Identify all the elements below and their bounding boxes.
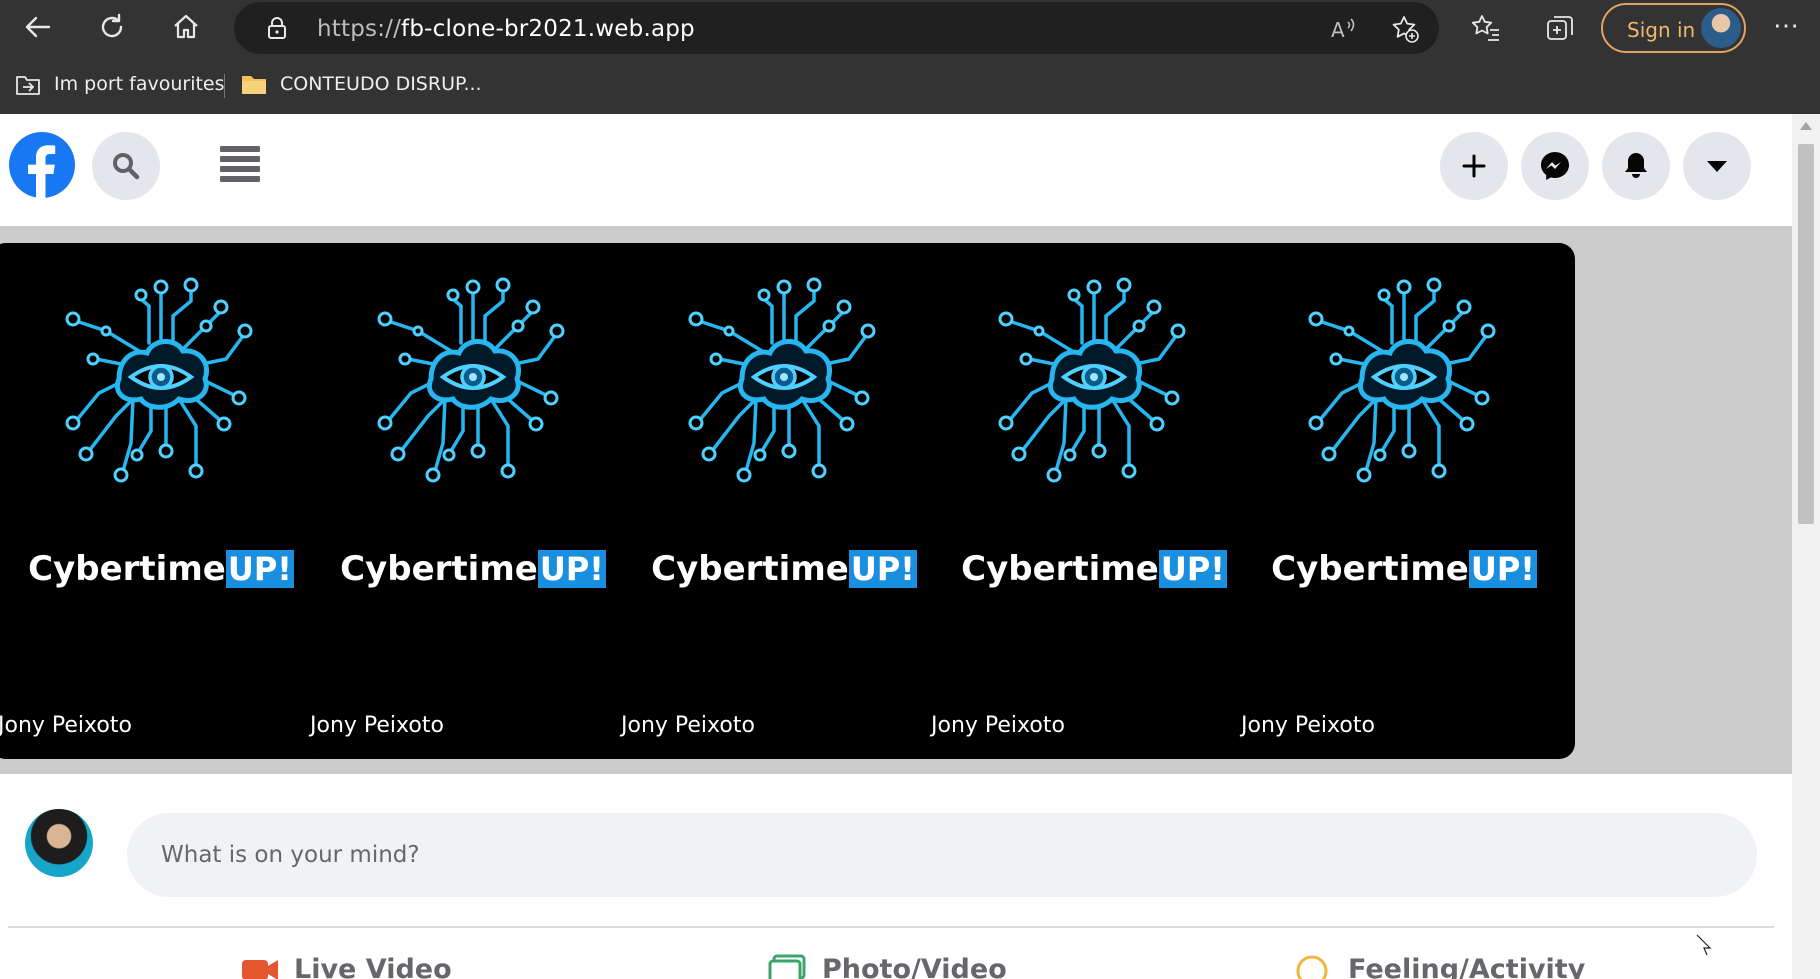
story-card[interactable]: CybertimeUP! Jony Peixoto <box>1233 243 1575 759</box>
feeling-activity-button[interactable]: Feeling/Activity <box>1294 949 1585 979</box>
story-card[interactable]: CybertimeUP! Jony Peixoto <box>923 243 1265 759</box>
favourite-folder[interactable]: CONTEUDO DISRUP... <box>240 70 482 98</box>
brand-main: Cybertime <box>651 549 849 589</box>
add-favourite-icon[interactable] <box>1390 14 1420 44</box>
brand-main: Cybertime <box>340 549 538 589</box>
brand-main: Cybertime <box>1271 549 1469 589</box>
photo-video-button[interactable]: Photo/Video <box>768 949 1007 979</box>
back-arrow-icon <box>25 16 51 38</box>
story-author: Jony Peixoto <box>1241 713 1375 738</box>
video-camera-icon <box>242 960 278 979</box>
story-card[interactable]: CybertimeUP! Jony Peixoto <box>302 243 644 759</box>
smiley-icon <box>1296 955 1328 979</box>
brand-badge: UP! <box>1468 550 1537 588</box>
story-brand-text: CybertimeUP! <box>923 549 1265 589</box>
caret-down-icon <box>1707 161 1727 172</box>
story-brand-text: CybertimeUP! <box>1233 549 1575 589</box>
back-button[interactable] <box>17 6 59 48</box>
cyber-eye-logo-icon <box>1308 277 1496 483</box>
lock-icon <box>268 17 286 39</box>
messenger-button[interactable] <box>1521 132 1589 200</box>
feeling-activity-label: Feeling/Activity <box>1348 953 1586 979</box>
favourite-folder-label: CONTEUDO DISRUP... <box>280 73 482 95</box>
home-icon <box>174 14 198 39</box>
folder-icon <box>242 76 266 94</box>
brand-badge: UP! <box>225 550 294 588</box>
composer-divider <box>8 926 1774 928</box>
favourites-separator <box>224 74 225 98</box>
scroll-up-arrow-icon[interactable] <box>1800 122 1812 130</box>
story-card[interactable]: CybertimeUP! Jony Peixoto <box>0 243 332 759</box>
account-menu-button[interactable] <box>1683 132 1751 200</box>
user-avatar[interactable] <box>25 809 93 877</box>
address-bar[interactable]: https://fb-clone-br2021.web.app A <box>234 2 1439 54</box>
sign-in-button[interactable]: Sign in <box>1601 3 1746 53</box>
post-composer: Live Video Photo/Video Feeling/Activity <box>0 774 1792 979</box>
search-button[interactable] <box>92 132 160 200</box>
scrollbar-thumb[interactable] <box>1798 144 1814 524</box>
brand-badge: UP! <box>848 550 917 588</box>
read-aloud-icon[interactable]: A <box>1328 14 1358 44</box>
page-scrollbar[interactable] <box>1792 114 1820 979</box>
cyber-eye-logo-icon <box>998 277 1186 483</box>
sign-in-label: Sign in <box>1627 18 1696 42</box>
bell-icon <box>1625 153 1647 178</box>
photo-icon <box>768 954 806 979</box>
favourites-icon[interactable] <box>1470 12 1502 44</box>
brand-badge: UP! <box>537 550 606 588</box>
url-host: fb-clone-br2021.web.app <box>401 16 695 42</box>
story-brand-text: CybertimeUP! <box>0 549 332 589</box>
facebook-logo-icon[interactable] <box>9 132 75 198</box>
messenger-icon <box>1541 152 1569 180</box>
refresh-icon <box>101 13 123 38</box>
notifications-button[interactable] <box>1602 132 1670 200</box>
import-icon <box>16 76 40 95</box>
svg-text:A: A <box>1331 18 1345 42</box>
url-text[interactable]: https://fb-clone-br2021.web.app <box>317 16 695 42</box>
collections-icon[interactable] <box>1544 12 1576 44</box>
story-card[interactable]: CybertimeUP! Jony Peixoto <box>613 243 955 759</box>
search-icon <box>113 153 140 180</box>
facebook-page: CybertimeUP! Jony Peixoto CybertimeUP! J… <box>0 114 1792 979</box>
cyber-eye-logo-icon <box>377 277 565 483</box>
url-protocol: https:// <box>317 16 402 42</box>
top-navigation <box>0 114 1792 226</box>
home-button[interactable] <box>165 6 207 48</box>
mouse-cursor-icon <box>1696 934 1712 956</box>
favourite-import[interactable]: Im port favourites <box>14 70 225 98</box>
plus-icon <box>1462 154 1486 178</box>
cyber-eye-logo-icon <box>688 277 876 483</box>
story-author: Jony Peixoto <box>0 713 132 738</box>
story-brand-text: CybertimeUP! <box>613 549 955 589</box>
whats-on-your-mind-input[interactable] <box>127 813 1757 897</box>
create-button[interactable] <box>1440 132 1508 200</box>
browser-chrome: https://fb-clone-br2021.web.app A Sign i… <box>0 0 1820 114</box>
profile-avatar <box>1701 8 1741 48</box>
brand-main: Cybertime <box>961 549 1159 589</box>
more-options-icon[interactable]: ⋯ <box>1770 12 1802 44</box>
refresh-button[interactable] <box>91 6 133 48</box>
photo-video-label: Photo/Video <box>822 953 1007 979</box>
live-video-button[interactable]: Live Video <box>240 949 452 979</box>
cyber-eye-logo-icon <box>65 277 253 483</box>
live-video-label: Live Video <box>294 953 452 979</box>
stories-strip: CybertimeUP! Jony Peixoto CybertimeUP! J… <box>0 226 1792 774</box>
story-author: Jony Peixoto <box>931 713 1065 738</box>
story-author: Jony Peixoto <box>621 713 755 738</box>
brand-main: Cybertime <box>28 549 226 589</box>
favourite-import-label: Im port favourites <box>54 73 225 95</box>
story-brand-text: CybertimeUP! <box>302 549 644 589</box>
story-author: Jony Peixoto <box>310 713 444 738</box>
menu-hamburger-icon[interactable] <box>220 146 260 186</box>
brand-badge: UP! <box>1158 550 1227 588</box>
